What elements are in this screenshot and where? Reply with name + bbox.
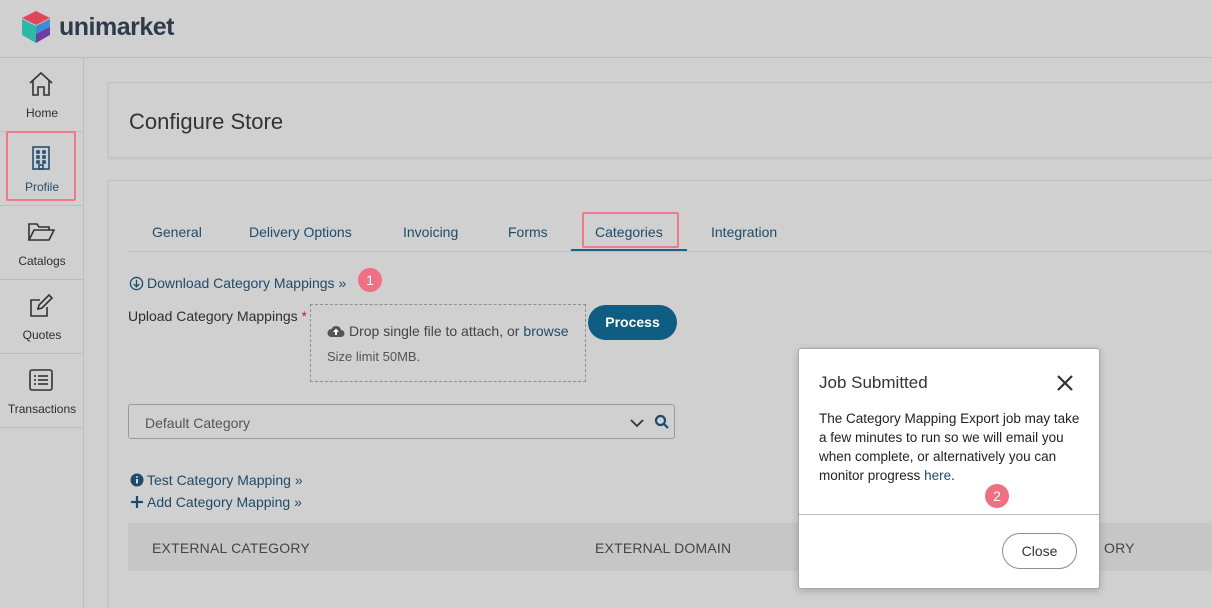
close-icon[interactable] (1055, 373, 1075, 393)
default-category-select[interactable]: Default Category (128, 404, 675, 439)
modal-body: The Category Mapping Export job may take… (819, 409, 1089, 485)
column-header-external-category[interactable]: EXTERNAL CATEGORY (152, 540, 310, 556)
modal-body-period: . (951, 468, 955, 483)
column-header-category[interactable]: ORY (1104, 540, 1135, 556)
drop-text: Drop single file to attach, or (349, 323, 520, 339)
cloud-upload-icon (327, 325, 345, 337)
default-category-value: Default Category (145, 415, 251, 431)
tab-general[interactable]: General (152, 212, 202, 251)
search-icon[interactable] (654, 414, 670, 430)
add-category-mapping-link[interactable]: Add Category Mapping » (130, 494, 302, 510)
home-icon (29, 71, 53, 96)
top-bar: unimarket (0, 0, 1212, 58)
download-category-mappings-link[interactable]: Download Category Mappings » (129, 275, 346, 291)
categories-tab-highlight-box (582, 212, 679, 248)
process-button[interactable]: Process (588, 305, 677, 340)
sidebar-item-label: Transactions (7, 402, 77, 416)
job-submitted-modal: Job Submitted The Category Mapping Expor… (798, 348, 1100, 589)
browse-link[interactable]: browse (523, 323, 568, 339)
modal-divider (799, 514, 1099, 515)
folder-open-icon (27, 223, 55, 241)
sidebar-item-label: Catalogs (18, 254, 66, 268)
sidebar-item-transactions[interactable]: Transactions (0, 354, 84, 428)
page-title: Configure Store (129, 109, 284, 134)
sidebar-item-label: Quotes (22, 328, 62, 342)
sidebar-item-label: Home (25, 106, 58, 120)
info-circle-icon (130, 473, 144, 487)
tab-delivery-options[interactable]: Delivery Options (249, 212, 352, 251)
sidebar-item-quotes[interactable]: Quotes (0, 280, 84, 354)
list-icon (29, 369, 53, 391)
modal-title: Job Submitted (819, 373, 928, 392)
page-header-card: Configure Store (108, 82, 1212, 158)
sidebar-item-catalogs[interactable]: Catalogs (0, 206, 84, 280)
required-indicator: * (301, 308, 307, 324)
tab-invoicing[interactable]: Invoicing (403, 212, 458, 251)
close-button[interactable]: Close (1002, 533, 1077, 569)
upload-label-text: Upload Category Mappings (128, 308, 298, 324)
app-name: unimarket (59, 12, 174, 41)
unimarket-logo[interactable]: unimarket (22, 11, 174, 43)
upload-label: Upload Category Mappings * (128, 308, 307, 324)
unimarket-logo-icon (22, 11, 50, 43)
download-circle-icon (129, 276, 144, 290)
file-dropzone[interactable]: Drop single file to attach, or browse Si… (310, 304, 586, 382)
edit-icon (30, 293, 54, 317)
dropzone-instructions: Drop single file to attach, or browse (327, 323, 569, 339)
profile-highlight-box (6, 131, 76, 201)
test-link-label: Test Category Mapping » (147, 472, 303, 488)
download-link-label: Download Category Mappings » (147, 275, 347, 291)
chevron-down-icon (630, 419, 644, 428)
step-badge-2: 2 (985, 484, 1009, 508)
test-category-mapping-link[interactable]: Test Category Mapping » (130, 472, 303, 488)
plus-icon (131, 496, 143, 508)
add-link-label: Add Category Mapping » (147, 494, 302, 510)
column-header-external-domain[interactable]: EXTERNAL DOMAIN (595, 540, 731, 556)
tab-integration[interactable]: Integration (711, 212, 777, 251)
size-limit-text: Size limit 50MB. (327, 349, 421, 364)
monitor-progress-link[interactable]: here (924, 468, 951, 483)
tab-forms[interactable]: Forms (508, 212, 548, 251)
sidebar-item-home[interactable]: Home (0, 58, 84, 132)
step-badge-1: 1 (358, 268, 382, 292)
